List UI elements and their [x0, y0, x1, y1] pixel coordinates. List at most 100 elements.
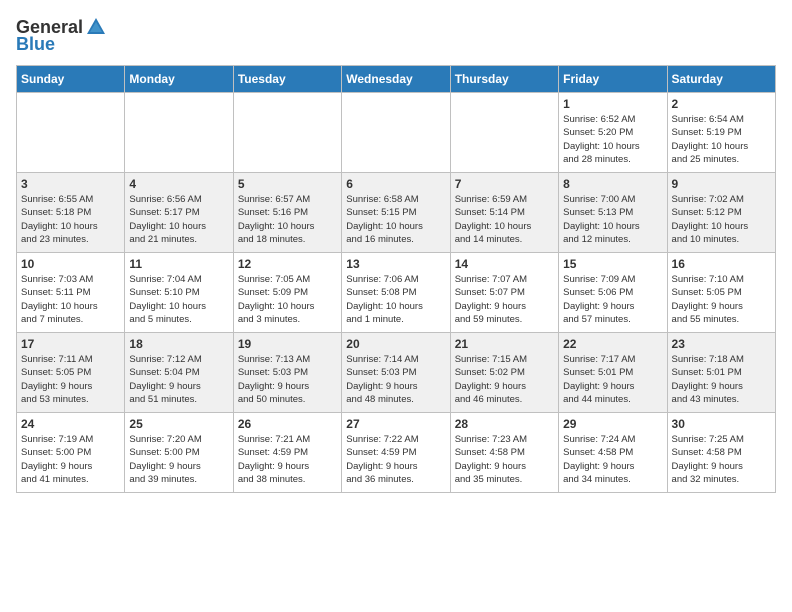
calendar: SundayMondayTuesdayWednesdayThursdayFrid… — [16, 65, 776, 493]
calendar-cell: 26 Sunrise: 7:21 AM Sunset: 4:59 PM Dayli… — [233, 413, 341, 493]
day-info: Sunrise: 7:21 AM Sunset: 4:59 PM Dayligh… — [238, 433, 337, 486]
day-number: 9 — [672, 177, 771, 191]
page-header: General Blue — [16, 16, 776, 55]
calendar-cell — [125, 93, 233, 173]
day-info: Sunrise: 7:18 AM Sunset: 5:01 PM Dayligh… — [672, 353, 771, 406]
day-info: Sunrise: 7:02 AM Sunset: 5:12 PM Dayligh… — [672, 193, 771, 246]
calendar-header-sunday: Sunday — [17, 66, 125, 93]
day-info: Sunrise: 6:56 AM Sunset: 5:17 PM Dayligh… — [129, 193, 228, 246]
day-number: 29 — [563, 417, 662, 431]
day-number: 13 — [346, 257, 445, 271]
day-info: Sunrise: 7:17 AM Sunset: 5:01 PM Dayligh… — [563, 353, 662, 406]
calendar-cell: 7Sunrise: 6:59 AM Sunset: 5:14 PM Daylig… — [450, 173, 558, 253]
day-info: Sunrise: 7:13 AM Sunset: 5:03 PM Dayligh… — [238, 353, 337, 406]
calendar-week-2: 10 Sunrise: 7:03 AM Sunset: 5:11 PM Dayli… — [17, 253, 776, 333]
calendar-cell: 25 Sunrise: 7:20 AM Sunset: 5:00 PM Dayli… — [125, 413, 233, 493]
day-info: Sunrise: 6:55 AM Sunset: 5:18 PM Dayligh… — [21, 193, 120, 246]
calendar-header-saturday: Saturday — [667, 66, 775, 93]
calendar-cell: 22Sunrise: 7:17 AM Sunset: 5:01 PM Dayli… — [559, 333, 667, 413]
calendar-header-row: SundayMondayTuesdayWednesdayThursdayFrid… — [17, 66, 776, 93]
calendar-cell: 13 Sunrise: 7:06 AM Sunset: 5:08 PM Dayli… — [342, 253, 450, 333]
day-number: 10 — [21, 257, 120, 271]
calendar-header-tuesday: Tuesday — [233, 66, 341, 93]
day-number: 26 — [238, 417, 337, 431]
day-info: Sunrise: 6:52 AM Sunset: 5:20 PM Dayligh… — [563, 113, 662, 166]
calendar-header-thursday: Thursday — [450, 66, 558, 93]
calendar-cell: 14 Sunrise: 7:07 AM Sunset: 5:07 PM Dayli… — [450, 253, 558, 333]
calendar-cell: 1 Sunrise: 6:52 AM Sunset: 5:20 PM Daylig… — [559, 93, 667, 173]
calendar-cell: 27 Sunrise: 7:22 AM Sunset: 4:59 PM Dayli… — [342, 413, 450, 493]
calendar-cell: 9 Sunrise: 7:02 AM Sunset: 5:12 PM Daylig… — [667, 173, 775, 253]
calendar-cell: 3 Sunrise: 6:55 AM Sunset: 5:18 PM Daylig… — [17, 173, 125, 253]
calendar-cell: 24 Sunrise: 7:19 AM Sunset: 5:00 PM Dayli… — [17, 413, 125, 493]
day-number: 6 — [346, 177, 445, 191]
day-info: Sunrise: 7:06 AM Sunset: 5:08 PM Dayligh… — [346, 273, 445, 326]
day-info: Sunrise: 6:54 AM Sunset: 5:19 PM Dayligh… — [672, 113, 771, 166]
day-number: 4 — [129, 177, 228, 191]
calendar-cell: 2 Sunrise: 6:54 AM Sunset: 5:19 PM Daylig… — [667, 93, 775, 173]
logo-icon — [85, 16, 107, 38]
day-number: 11 — [129, 257, 228, 271]
calendar-week-3: 17Sunrise: 7:11 AM Sunset: 5:05 PM Dayli… — [17, 333, 776, 413]
day-info: Sunrise: 7:22 AM Sunset: 4:59 PM Dayligh… — [346, 433, 445, 486]
day-info: Sunrise: 7:11 AM Sunset: 5:05 PM Dayligh… — [21, 353, 120, 406]
day-number: 14 — [455, 257, 554, 271]
calendar-cell: 6 Sunrise: 6:58 AM Sunset: 5:15 PM Daylig… — [342, 173, 450, 253]
calendar-cell: 18 Sunrise: 7:12 AM Sunset: 5:04 PM Dayli… — [125, 333, 233, 413]
day-number: 2 — [672, 97, 771, 111]
day-info: Sunrise: 7:24 AM Sunset: 4:58 PM Dayligh… — [563, 433, 662, 486]
calendar-cell: 8 Sunrise: 7:00 AM Sunset: 5:13 PM Daylig… — [559, 173, 667, 253]
day-number: 12 — [238, 257, 337, 271]
day-number: 5 — [238, 177, 337, 191]
calendar-cell — [17, 93, 125, 173]
calendar-header-wednesday: Wednesday — [342, 66, 450, 93]
calendar-cell: 28 Sunrise: 7:23 AM Sunset: 4:58 PM Dayli… — [450, 413, 558, 493]
calendar-cell — [342, 93, 450, 173]
day-number: 1 — [563, 97, 662, 111]
day-info: Sunrise: 7:20 AM Sunset: 5:00 PM Dayligh… — [129, 433, 228, 486]
day-info: Sunrise: 7:19 AM Sunset: 5:00 PM Dayligh… — [21, 433, 120, 486]
calendar-week-4: 24 Sunrise: 7:19 AM Sunset: 5:00 PM Dayli… — [17, 413, 776, 493]
day-info: Sunrise: 7:10 AM Sunset: 5:05 PM Dayligh… — [672, 273, 771, 326]
calendar-cell: 15Sunrise: 7:09 AM Sunset: 5:06 PM Dayli… — [559, 253, 667, 333]
calendar-cell: 12Sunrise: 7:05 AM Sunset: 5:09 PM Dayli… — [233, 253, 341, 333]
calendar-header-friday: Friday — [559, 66, 667, 93]
day-number: 8 — [563, 177, 662, 191]
logo: General Blue — [16, 16, 107, 55]
calendar-cell — [450, 93, 558, 173]
day-info: Sunrise: 6:57 AM Sunset: 5:16 PM Dayligh… — [238, 193, 337, 246]
day-info: Sunrise: 7:03 AM Sunset: 5:11 PM Dayligh… — [21, 273, 120, 326]
calendar-cell: 16 Sunrise: 7:10 AM Sunset: 5:05 PM Dayli… — [667, 253, 775, 333]
day-number: 20 — [346, 337, 445, 351]
calendar-week-1: 3 Sunrise: 6:55 AM Sunset: 5:18 PM Daylig… — [17, 173, 776, 253]
day-info: Sunrise: 6:58 AM Sunset: 5:15 PM Dayligh… — [346, 193, 445, 246]
day-info: Sunrise: 7:23 AM Sunset: 4:58 PM Dayligh… — [455, 433, 554, 486]
day-number: 27 — [346, 417, 445, 431]
day-info: Sunrise: 7:14 AM Sunset: 5:03 PM Dayligh… — [346, 353, 445, 406]
calendar-cell — [233, 93, 341, 173]
day-info: Sunrise: 7:09 AM Sunset: 5:06 PM Dayligh… — [563, 273, 662, 326]
calendar-cell: 21Sunrise: 7:15 AM Sunset: 5:02 PM Dayli… — [450, 333, 558, 413]
day-info: Sunrise: 7:12 AM Sunset: 5:04 PM Dayligh… — [129, 353, 228, 406]
logo-blue-text: Blue — [16, 34, 55, 55]
day-number: 25 — [129, 417, 228, 431]
day-number: 3 — [21, 177, 120, 191]
day-info: Sunrise: 7:15 AM Sunset: 5:02 PM Dayligh… — [455, 353, 554, 406]
day-info: Sunrise: 7:07 AM Sunset: 5:07 PM Dayligh… — [455, 273, 554, 326]
day-number: 16 — [672, 257, 771, 271]
calendar-cell: 29 Sunrise: 7:24 AM Sunset: 4:58 PM Dayli… — [559, 413, 667, 493]
day-info: Sunrise: 7:00 AM Sunset: 5:13 PM Dayligh… — [563, 193, 662, 246]
day-number: 18 — [129, 337, 228, 351]
day-number: 30 — [672, 417, 771, 431]
day-number: 24 — [21, 417, 120, 431]
calendar-cell: 17Sunrise: 7:11 AM Sunset: 5:05 PM Dayli… — [17, 333, 125, 413]
calendar-cell: 30 Sunrise: 7:25 AM Sunset: 4:58 PM Dayli… — [667, 413, 775, 493]
calendar-cell: 4 Sunrise: 6:56 AM Sunset: 5:17 PM Daylig… — [125, 173, 233, 253]
day-info: Sunrise: 6:59 AM Sunset: 5:14 PM Dayligh… — [455, 193, 554, 246]
calendar-cell: 23 Sunrise: 7:18 AM Sunset: 5:01 PM Dayli… — [667, 333, 775, 413]
day-number: 23 — [672, 337, 771, 351]
calendar-cell: 20 Sunrise: 7:14 AM Sunset: 5:03 PM Dayli… — [342, 333, 450, 413]
day-info: Sunrise: 7:25 AM Sunset: 4:58 PM Dayligh… — [672, 433, 771, 486]
day-number: 28 — [455, 417, 554, 431]
calendar-week-0: 1 Sunrise: 6:52 AM Sunset: 5:20 PM Daylig… — [17, 93, 776, 173]
